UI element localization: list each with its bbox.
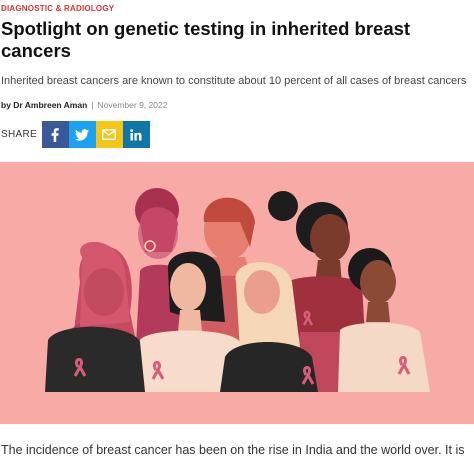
- linkedin-share-button[interactable]: [122, 121, 150, 148]
- facebook-icon: [52, 127, 60, 142]
- share-label: SHARE: [1, 129, 37, 140]
- twitter-share-button[interactable]: [68, 121, 96, 148]
- email-icon: [102, 129, 117, 140]
- hero-illustration: [0, 162, 474, 424]
- article-body-first-line: The incidence of breast cancer has been …: [1, 443, 465, 457]
- email-share-button[interactable]: [95, 121, 123, 148]
- category-link[interactable]: DIAGNOSTIC & RADIOLOGY: [1, 4, 114, 13]
- twitter-icon: [75, 128, 90, 141]
- article-title: Spotlight on genetic testing in inherite…: [1, 18, 411, 61]
- facebook-share-button[interactable]: [41, 121, 69, 148]
- author-link[interactable]: by Dr Ambreen Aman: [1, 100, 87, 110]
- byline-separator: |: [91, 100, 94, 110]
- share-bar: SHARE: [1, 121, 150, 148]
- publish-date: November 9, 2022: [97, 100, 168, 110]
- byline: by Dr Ambreen Aman | November 9, 2022: [1, 100, 167, 110]
- article-subtitle: Inherited breast cancers are known to co…: [1, 75, 467, 87]
- linkedin-icon: [130, 128, 142, 140]
